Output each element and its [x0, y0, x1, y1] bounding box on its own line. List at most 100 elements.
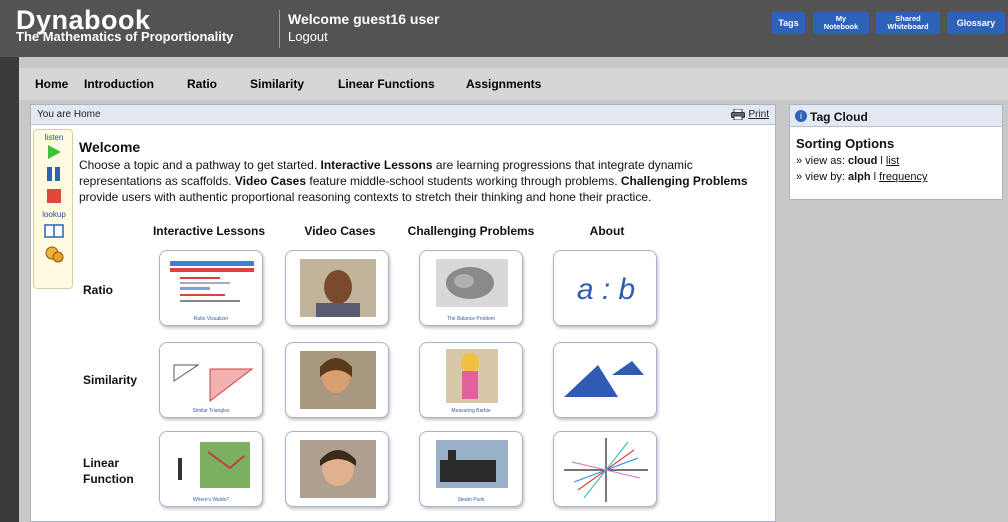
nav-assignments[interactable]: Assignments — [466, 77, 541, 91]
logout-link[interactable]: Logout — [288, 29, 328, 44]
view-by-prefix: » view by: — [796, 171, 848, 183]
video-cases-term: Video Cases — [234, 174, 307, 188]
view-as-cloud: cloud — [847, 155, 878, 167]
balance-problem-card[interactable]: The Balance Problem — [419, 250, 523, 326]
breadcrumb-bar: You are Home Print — [31, 105, 775, 125]
col-about: About — [589, 224, 625, 238]
nav-linear-functions[interactable]: Linear Functions — [338, 77, 435, 91]
linear-video-thumbnail — [300, 440, 376, 498]
welcome-text-1: Choose a topic and a pathway to get star… — [79, 158, 321, 172]
about-ratio-card[interactable]: a : b — [553, 250, 657, 326]
printer-icon — [731, 109, 746, 120]
measuring-barbie-caption: Measuring Barbie — [451, 408, 491, 414]
wheres-waldo-card[interactable]: Where's Waldo? — [159, 431, 263, 507]
about-similarity-thumbnail — [564, 361, 644, 397]
shared-whiteboard-button[interactable]: Shared Whiteboard — [876, 12, 940, 34]
stop-icon[interactable] — [44, 188, 64, 204]
view-by-frequency-link[interactable]: frequency — [879, 171, 927, 183]
view-as-line: » view as: cloud l list — [796, 155, 899, 167]
book-icon[interactable] — [44, 223, 64, 239]
sorting-options-title: Sorting Options — [796, 136, 895, 151]
similar-triangles-caption: Similar Triangles — [192, 408, 230, 414]
breadcrumb: You are Home — [37, 109, 101, 120]
about-similarity-card[interactable] — [553, 342, 657, 418]
nav-home[interactable]: Home — [35, 77, 68, 91]
steam-punk-caption: Steam Punk — [457, 497, 485, 503]
lookup-person-icon[interactable] — [44, 246, 64, 264]
linear-video-card[interactable] — [285, 431, 389, 507]
read-aloud-toolbar: listen lookup — [33, 129, 73, 289]
tags-button[interactable]: Tags — [772, 12, 805, 34]
ratio-visualizer-caption: Ratio Visualizer — [193, 316, 229, 322]
row-similarity: Similarity — [83, 373, 138, 387]
view-by-alph: alph — [847, 171, 871, 183]
header: Dynabook The Mathematics of Proportional… — [0, 0, 1008, 57]
ratio-video-card[interactable] — [285, 250, 389, 326]
wheres-waldo-thumbnail — [178, 442, 250, 488]
play-icon[interactable] — [44, 144, 64, 160]
tag-cloud-header: i Tag Cloud — [790, 105, 1002, 127]
measuring-barbie-thumbnail — [446, 349, 498, 403]
about-ratio-thumbnail: a : b — [577, 273, 635, 306]
welcome-text-3: feature middle-school students working t… — [306, 174, 621, 188]
welcome-paragraph: Choose a topic and a pathway to get star… — [79, 157, 769, 205]
tag-cloud-title: Tag Cloud — [810, 110, 868, 124]
row-linear-line2: Function — [83, 472, 134, 486]
nav-ratio[interactable]: Ratio — [187, 77, 217, 91]
tags-button-label: Tags — [778, 18, 799, 28]
similarity-video-thumbnail — [300, 351, 376, 409]
col-challenging-problems: Challenging Problems — [407, 224, 535, 238]
ratio-visualizer-card[interactable]: Ratio Visualizer — [159, 250, 263, 326]
view-as-prefix: » view as: — [796, 155, 848, 167]
nav-introduction[interactable]: Introduction — [84, 77, 154, 91]
view-by-separator: l — [870, 171, 880, 183]
my-notebook-label-2: Notebook — [823, 22, 859, 31]
interactive-lessons-term: Interactive Lessons — [320, 158, 433, 172]
print-link[interactable]: Print — [731, 109, 769, 120]
nav-similarity[interactable]: Similarity — [250, 77, 304, 91]
steam-punk-thumbnail — [436, 440, 508, 488]
row-ratio: Ratio — [83, 283, 113, 297]
print-label: Print — [748, 109, 769, 120]
similar-triangles-card[interactable]: Similar Triangles — [159, 342, 263, 418]
balance-problem-caption: The Balance Problem — [446, 316, 496, 322]
about-linear-thumbnail — [564, 438, 648, 502]
shared-whiteboard-label-2: Whiteboard — [887, 22, 929, 31]
view-by-line: » view by: alph l frequency — [796, 171, 927, 183]
about-ratio-text: a : b — [577, 273, 635, 306]
listen-label: listen — [44, 133, 64, 142]
challenging-problems-term: Challenging Problems — [620, 174, 748, 188]
steam-punk-card[interactable]: Steam Punk — [419, 431, 523, 507]
welcome-text-4: provide users with authentic proportiona… — [79, 190, 652, 204]
tag-cloud-panel: i Tag Cloud Sorting Options » view as: c… — [789, 104, 1003, 200]
row-linear-line1: Linear — [83, 456, 120, 470]
view-as-list-link[interactable]: list — [886, 155, 899, 167]
balance-problem-thumbnail — [436, 259, 508, 307]
main-panel: You are Home Print listen lookup Welcome… — [30, 104, 776, 522]
glossary-button[interactable]: Glossary — [947, 12, 1005, 34]
logo-subtitle: The Mathematics of Proportionality — [16, 29, 234, 44]
col-interactive-lessons: Interactive Lessons — [152, 224, 266, 238]
header-divider — [279, 10, 280, 48]
info-icon[interactable]: i — [795, 110, 807, 122]
wheres-waldo-caption: Where's Waldo? — [192, 497, 230, 503]
ratio-video-thumbnail — [300, 259, 376, 317]
about-linear-card[interactable] — [553, 431, 657, 507]
view-as-separator: l — [877, 155, 886, 167]
lookup-label: lookup — [42, 210, 66, 219]
page: Dynabook The Mathematics of Proportional… — [0, 0, 1008, 522]
nav-spacer — [0, 57, 1008, 67]
measuring-barbie-card[interactable]: Measuring Barbie — [419, 342, 523, 418]
ratio-visualizer-thumbnail — [170, 261, 254, 302]
pause-icon[interactable] — [44, 166, 64, 182]
col-video-cases: Video Cases — [304, 224, 376, 238]
main-nav: Home Introduction Ratio Similarity Linea… — [19, 68, 1008, 100]
glossary-button-label: Glossary — [956, 18, 996, 28]
left-edge-strip — [0, 57, 19, 522]
my-notebook-button[interactable]: My Notebook — [813, 12, 869, 34]
similar-triangles-thumbnail — [173, 364, 254, 403]
welcome-user-text: Welcome guest16 user — [288, 11, 440, 27]
row-linear-function: Linear Function — [83, 455, 134, 487]
similarity-video-card[interactable] — [285, 342, 389, 418]
welcome-title: Welcome — [79, 139, 141, 155]
